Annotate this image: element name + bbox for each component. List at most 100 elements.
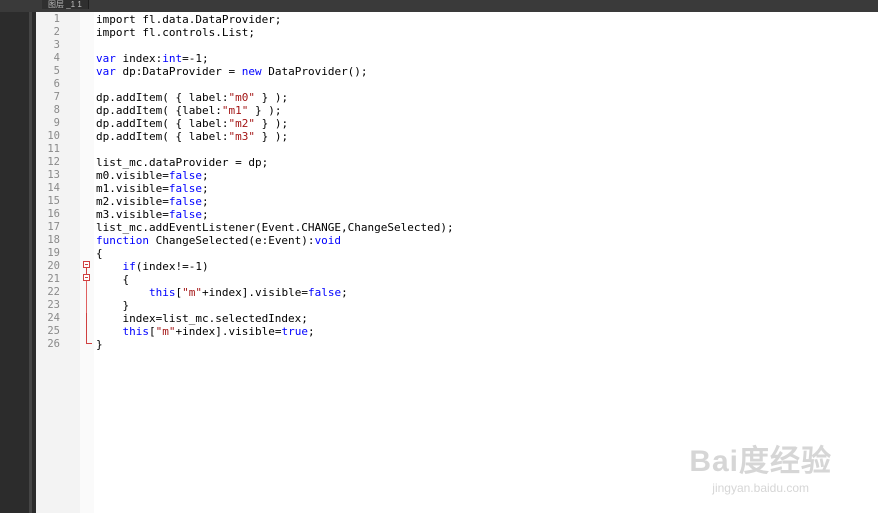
document-tab[interactable]: 图层 _1 1 bbox=[42, 0, 89, 9]
code-line[interactable]: 7 dp.addItem( { label:"m0" } ); bbox=[36, 91, 878, 104]
line-number: 26 bbox=[47, 338, 60, 350]
code-token: ChangeSelected(e:Event): bbox=[148, 234, 315, 247]
code-line[interactable]: 13 m0.visible=false; bbox=[36, 169, 878, 182]
code-line[interactable]: 26} bbox=[36, 338, 878, 351]
code-line[interactable]: 8 dp.addItem( {label:"m1" } ); bbox=[36, 104, 878, 117]
code-token: list_mc.addEventListener(Event.CHANGE,Ch… bbox=[96, 221, 454, 234]
code-token: dp.addItem( {label: bbox=[96, 104, 222, 117]
line-number: 24 bbox=[47, 312, 60, 324]
code-token: ; bbox=[201, 208, 209, 221]
code-token: DataProvider(); bbox=[261, 65, 368, 78]
string-token: "m1" bbox=[221, 104, 249, 117]
string-token: "m" bbox=[182, 286, 202, 299]
code-text[interactable]: m2.visible=false; bbox=[96, 195, 209, 208]
string-token: "m2" bbox=[228, 117, 255, 130]
code-line[interactable]: 25 this["m"+index].visible=true; bbox=[36, 325, 878, 338]
line-number: 2 bbox=[53, 26, 60, 38]
code-text[interactable]: dp.addItem( { label:"m3" } ); bbox=[96, 130, 288, 143]
keyword-token: new bbox=[241, 65, 262, 78]
code-token: [ bbox=[149, 325, 156, 338]
code-line[interactable]: 18 function ChangeSelected(e:Event):void bbox=[36, 234, 878, 247]
line-number: 7 bbox=[53, 91, 60, 103]
line-number: 23 bbox=[47, 299, 60, 311]
keyword-token: var bbox=[96, 52, 116, 65]
line-number: 4 bbox=[53, 52, 60, 64]
keyword-token: false bbox=[307, 286, 342, 299]
code-line[interactable]: 6 bbox=[36, 78, 878, 91]
code-line[interactable]: 23 } bbox=[36, 299, 878, 312]
keyword-token: void bbox=[314, 234, 342, 247]
string-token: "m3" bbox=[228, 130, 255, 143]
code-text[interactable]: var dp:DataProvider = new DataProvider()… bbox=[96, 65, 368, 78]
code-text[interactable]: { bbox=[96, 247, 103, 260]
left-panel-strip bbox=[0, 12, 32, 513]
code-token: m3.visible= bbox=[96, 208, 169, 221]
code-line[interactable]: 14 m1.visible=false; bbox=[36, 182, 878, 195]
code-token: list_mc.dataProvider = dp; bbox=[96, 156, 269, 169]
code-text[interactable]: dp.addItem( { label:"m2" } ); bbox=[96, 117, 288, 130]
code-token: } ); bbox=[254, 117, 289, 130]
code-text[interactable]: import fl.data.DataProvider; bbox=[96, 13, 281, 26]
code-text[interactable]: index=list_mc.selectedIndex; bbox=[96, 312, 307, 325]
code-line[interactable]: 2 import fl.controls.List; bbox=[36, 26, 878, 39]
code-line[interactable]: 9 dp.addItem( { label:"m2" } ); bbox=[36, 117, 878, 130]
code-text[interactable]: m1.visible=false; bbox=[96, 182, 209, 195]
code-text[interactable]: { bbox=[96, 273, 129, 286]
code-text[interactable]: if(index!=-1) bbox=[96, 260, 209, 273]
code-text[interactable]: dp.addItem( {label:"m1" } ); bbox=[96, 104, 281, 117]
code-token: index: bbox=[115, 52, 163, 65]
code-line[interactable]: 15 m2.visible=false; bbox=[36, 195, 878, 208]
line-number: 5 bbox=[53, 65, 60, 77]
code-text[interactable]: } bbox=[96, 338, 103, 351]
line-number: 1 bbox=[53, 13, 60, 25]
code-text[interactable]: this["m"+index].visible=false; bbox=[96, 286, 348, 299]
code-line[interactable]: 24 index=list_mc.selectedIndex; bbox=[36, 312, 878, 325]
keyword-token: false bbox=[168, 182, 202, 195]
line-number: 16 bbox=[47, 208, 60, 220]
code-line[interactable]: 20 if(index!=-1) bbox=[36, 260, 878, 273]
code-text[interactable]: dp.addItem( { label:"m0" } ); bbox=[96, 91, 288, 104]
code-token: (index!=-1) bbox=[135, 260, 209, 273]
document-tab-bar: 图层 _1 1 bbox=[0, 0, 878, 12]
string-token: "m0" bbox=[228, 91, 255, 104]
code-text[interactable]: list_mc.addEventListener(Event.CHANGE,Ch… bbox=[96, 221, 454, 234]
baidu-jingyan-watermark: Bai度经验 jingyan.baidu.com bbox=[689, 445, 832, 495]
code-token: ; bbox=[307, 325, 315, 338]
watermark-url: jingyan.baidu.com bbox=[712, 481, 810, 495]
code-text[interactable]: this["m"+index].visible=true; bbox=[96, 325, 315, 338]
line-number: 14 bbox=[47, 182, 60, 194]
code-line[interactable]: 12 list_mc.dataProvider = dp; bbox=[36, 156, 878, 169]
code-line[interactable]: 19 { bbox=[36, 247, 878, 260]
code-text[interactable]: m0.visible=false; bbox=[96, 169, 209, 182]
line-number: 17 bbox=[47, 221, 60, 233]
keyword-token: false bbox=[168, 195, 202, 208]
code-editor[interactable]: 1 import fl.data.DataProvider; 2 import fl.… bbox=[36, 12, 878, 513]
code-text[interactable]: } bbox=[96, 299, 129, 312]
code-line[interactable]: 21 { bbox=[36, 273, 878, 286]
code-token: +index].visible= bbox=[175, 325, 282, 338]
line-number: 21 bbox=[47, 273, 60, 285]
panel-divider[interactable] bbox=[29, 12, 32, 513]
code-line[interactable]: 11 bbox=[36, 143, 878, 156]
line-number: 13 bbox=[47, 169, 60, 181]
code-line[interactable]: 17 list_mc.addEventListener(Event.CHANGE,… bbox=[36, 221, 878, 234]
code-text[interactable]: import fl.controls.List; bbox=[96, 26, 255, 39]
code-token: ; bbox=[201, 195, 209, 208]
keyword-token: function bbox=[96, 234, 149, 247]
code-line[interactable]: 22 this["m"+index].visible=false; bbox=[36, 286, 878, 299]
code-line[interactable]: 1 import fl.data.DataProvider; bbox=[36, 13, 878, 26]
line-number: 11 bbox=[47, 143, 60, 155]
code-token: ; bbox=[201, 182, 209, 195]
code-text[interactable]: list_mc.dataProvider = dp; bbox=[96, 156, 268, 169]
code-line[interactable]: 3 bbox=[36, 39, 878, 52]
code-line[interactable]: 10 dp.addItem( { label:"m3" } ); bbox=[36, 130, 878, 143]
code-line[interactable]: 5 var dp:DataProvider = new DataProvider(… bbox=[36, 65, 878, 78]
code-text[interactable]: m3.visible=false; bbox=[96, 208, 209, 221]
code-line[interactable]: 16 m3.visible=false; bbox=[36, 208, 878, 221]
line-number: 18 bbox=[47, 234, 60, 246]
code-line[interactable]: 4 var index:int=-1; bbox=[36, 52, 878, 65]
code-text[interactable]: var index:int=-1; bbox=[96, 52, 209, 65]
code-text[interactable]: function ChangeSelected(e:Event):void bbox=[96, 234, 341, 247]
